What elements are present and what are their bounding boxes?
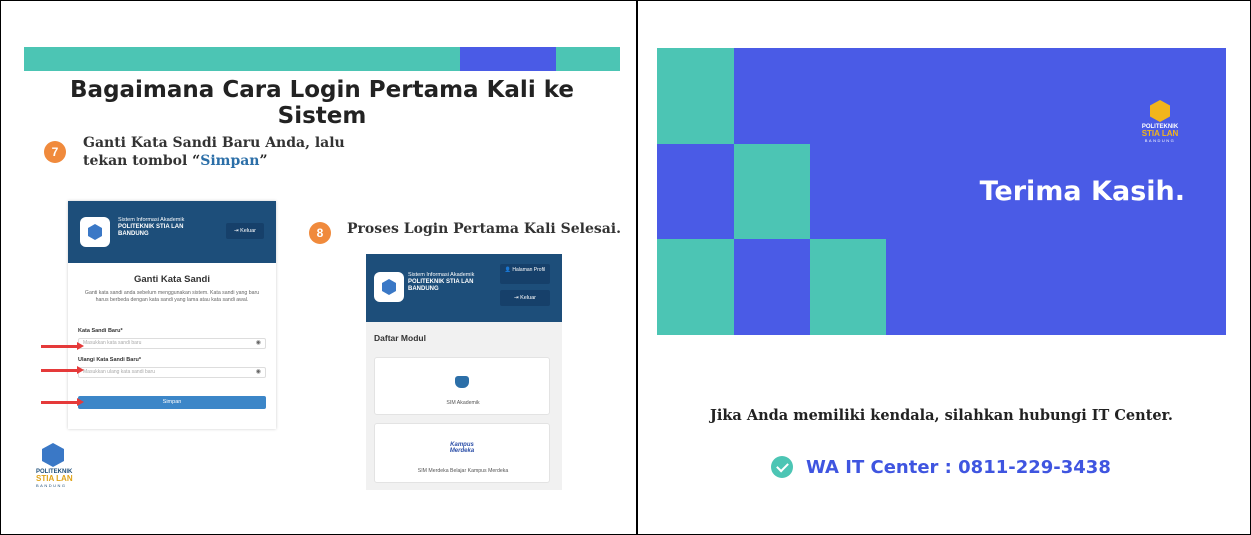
slide-title: Bagaimana Cara Login Pertama Kali ke Sis… xyxy=(70,77,574,129)
logo-hex-icon xyxy=(1150,100,1170,122)
form-description: Ganti kata sandi anda sebelum menggunaka… xyxy=(84,290,260,303)
new-password-field[interactable]: Masukkan kata sandi baru ◉ xyxy=(78,338,266,349)
wa-contact: WA IT Center : 0811-229-3438 xyxy=(771,456,1111,478)
module-card-kampus-merdeka[interactable]: Kampus Merdeka SIM Merdeka Belajar Kampu… xyxy=(374,423,550,483)
eye-icon[interactable]: ◉ xyxy=(256,368,261,377)
teal-block xyxy=(657,48,734,144)
quote-close: ” xyxy=(259,153,268,169)
system-name: Sistem Informasi Akademik POLITEKNIK STI… xyxy=(118,217,185,237)
teal-block xyxy=(810,239,886,335)
form-header: Sistem Informasi Akademik POLITEKNIK STI… xyxy=(68,201,276,263)
system-name: Sistem Informasi Akademik POLITEKNIK STI… xyxy=(408,272,475,292)
contact-note: Jika Anda memiliki kendala, silahkan hub… xyxy=(710,407,1173,424)
step-8-badge: 8 xyxy=(309,222,331,244)
wa-contact-text: WA IT Center : 0811-229-3438 xyxy=(806,456,1111,478)
repeat-password-label: Ulangi Kata Sandi Baru* xyxy=(78,357,141,363)
logout-button[interactable]: ⇥ Keluar xyxy=(226,223,264,239)
step-7-text: Ganti Kata Sandi Baru Anda, lalu tekan t… xyxy=(83,134,353,170)
logout-button[interactable]: ⇥ Keluar xyxy=(500,290,550,306)
politeknik-logo-icon xyxy=(80,217,110,247)
module-list-heading: Daftar Modul xyxy=(374,333,426,343)
form-title: Ganti Kata Sandi xyxy=(133,274,210,285)
module-header: Sistem Informasi Akademik POLITEKNIK STI… xyxy=(366,254,562,322)
politeknik-logo: POLITEKNIK STIA LAN BANDUNG xyxy=(36,443,80,488)
top-band-accent xyxy=(460,47,556,71)
thanks-slide: POLITEKNIK STIA LAN BANDUNG Terima Kasih… xyxy=(657,48,1226,335)
new-password-label: Kata Sandi Baru* xyxy=(78,328,123,334)
simpan-button[interactable]: Simpan xyxy=(78,396,266,409)
simpan-word: Simpan xyxy=(200,153,260,169)
step-8-text: Proses Login Pertama Kali Selesai. xyxy=(347,221,620,237)
check-circle-icon xyxy=(771,456,793,478)
kampus-merdeka-logo: Kampus Merdeka xyxy=(449,442,475,454)
thanks-heading: Terima Kasih. xyxy=(979,176,1185,207)
repeat-password-field[interactable]: Masukkan ulang kata sandi baru ◉ xyxy=(78,367,266,378)
left-slide: Bagaimana Cara Login Pertama Kali ke Sis… xyxy=(24,47,620,497)
teal-block xyxy=(734,144,810,239)
logo-hex-icon xyxy=(42,443,64,467)
module-list-screenshot: Sistem Informasi Akademik POLITEKNIK STI… xyxy=(366,254,562,490)
politeknik-logo-icon xyxy=(374,272,404,302)
politeknik-logo: POLITEKNIK STIA LAN BANDUNG xyxy=(1138,100,1182,143)
quote-open: “ xyxy=(192,153,201,169)
teal-block xyxy=(657,239,734,335)
profile-button[interactable]: 👤 Halaman Profil xyxy=(500,264,550,284)
step-7-badge: 7 xyxy=(44,141,66,163)
arrow-icon xyxy=(41,342,84,350)
arrow-icon xyxy=(41,366,84,374)
book-icon xyxy=(455,376,469,388)
arrow-icon xyxy=(41,398,84,406)
panel-divider xyxy=(636,0,638,535)
change-password-screenshot: Sistem Informasi Akademik POLITEKNIK STI… xyxy=(68,201,276,429)
eye-icon[interactable]: ◉ xyxy=(256,339,261,348)
module-card-sim-akademik[interactable]: SIM Akademik xyxy=(374,357,550,415)
